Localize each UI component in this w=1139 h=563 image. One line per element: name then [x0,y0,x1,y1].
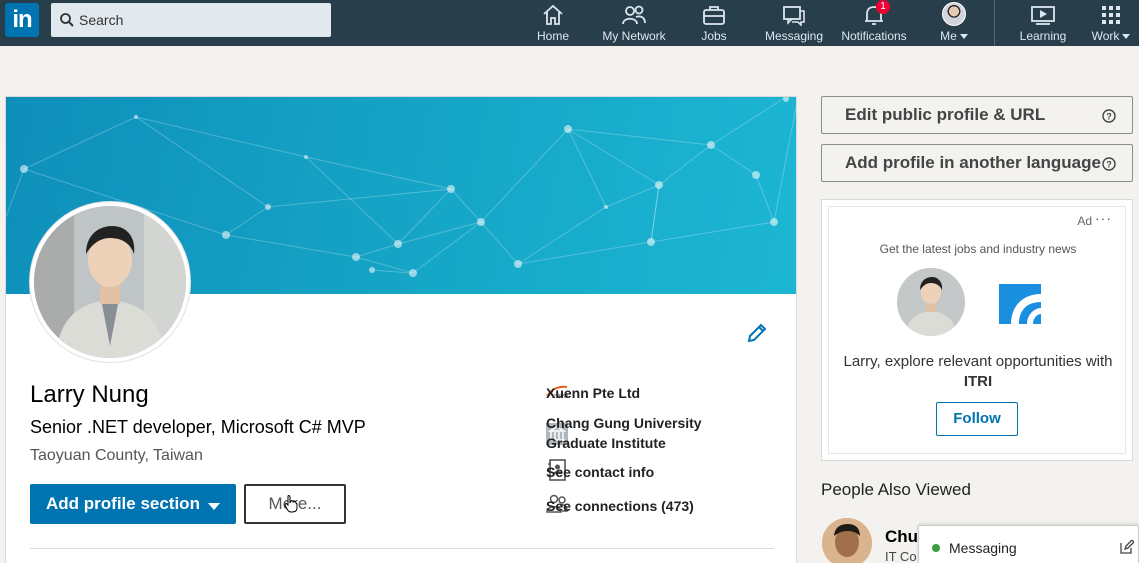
chevron-down-icon [208,503,220,510]
profile-photo[interactable] [30,202,190,362]
grid-icon [1102,6,1120,24]
pav-avatar-image [822,518,872,563]
hand-cursor-icon [284,495,298,513]
nav-work[interactable]: Work [1088,0,1134,46]
messaging-tab-label: Messaging [949,540,1017,556]
people-also-viewed-heading: People Also Viewed [821,480,971,499]
top-nav: in Search Home My Network Jobs Messaging… [0,0,1139,46]
profile-card: Larry Nung Senior .NET developer, Micros… [5,96,797,563]
edit-pencil-icon[interactable] [746,322,768,344]
nav-me-label: Me [940,29,957,43]
chat-icon [783,6,805,26]
ad-user-avatar [897,268,965,336]
school-link[interactable]: Chang Gung University Graduate Institute [546,413,702,453]
nav-notifications-label: Notifications [841,29,907,43]
nav-notifications[interactable]: 1 Notifications [836,0,912,46]
profile-photo-image [34,206,186,358]
messaging-tab[interactable]: Messaging [918,525,1139,563]
add-profile-section-label: Add profile section [46,494,200,513]
people-icon [622,5,646,25]
more-options-icon[interactable]: ··· [1095,210,1112,226]
chevron-down-icon [959,34,968,40]
nav-my-network[interactable]: My Network [598,0,670,46]
itri-logo-icon [999,284,1041,324]
add-profile-language-button[interactable]: Add profile in another language ? [821,144,1133,182]
school-name-line1: Chang Gung University [546,415,702,431]
pav-avatar[interactable] [822,518,872,563]
search-placeholder: Search [79,12,124,28]
profile-headline: Senior .NET developer, Microsoft C# MVP [30,417,366,437]
svg-text:?: ? [1106,160,1112,170]
ad-message-company: ITRI [963,373,993,390]
svg-text:?: ? [1106,112,1112,122]
nav-my-network-label: My Network [602,29,666,43]
chevron-down-icon [1122,34,1131,40]
home-icon [543,4,563,25]
nav-work-label: Work [1091,29,1120,43]
ad-message: Larry, explore relevant opportunities wi… [822,352,1134,392]
nav-me[interactable]: Me [932,0,976,46]
ad-tagline: Get the latest jobs and industry news [879,242,1077,256]
nav-home[interactable]: Home [528,0,578,46]
profile-location: Taoyuan County, Taiwan [30,447,203,464]
see-connections-link[interactable]: See connections (473) [546,496,694,516]
ad-message-line1: Larry, explore relevant opportunities wi… [843,353,1113,370]
me-avatar [942,2,966,26]
current-company-link[interactable]: Xuenn Pte Ltd [546,383,640,403]
search-input[interactable]: Search [51,3,331,37]
search-icon [60,13,74,27]
nav-messaging[interactable]: Messaging [762,0,826,46]
profile-name: Larry Nung [30,381,149,408]
nav-jobs[interactable]: Jobs [692,0,736,46]
edit-public-profile-label: Edit public profile & URL [845,105,1046,124]
online-status-dot [932,544,940,552]
follow-button[interactable]: Follow [936,402,1018,436]
ad-user-avatar-image [897,268,965,336]
nav-divider [994,0,995,46]
nav-learning-label: Learning [1019,29,1067,43]
see-contact-info-link[interactable]: See contact info [546,462,654,482]
learning-icon [1031,6,1055,25]
ad-label: Ad [1077,214,1092,228]
nav-jobs-label: Jobs [701,29,727,43]
add-profile-section-button[interactable]: Add profile section [30,484,236,524]
notification-badge: 1 [876,0,890,14]
compose-icon[interactable] [1120,540,1134,554]
nav-home-label: Home [536,29,569,43]
linkedin-logo[interactable]: in [5,3,39,37]
briefcase-icon [703,6,725,25]
nav-messaging-label: Messaging [764,29,824,43]
section-divider [30,548,774,549]
ad-card: Ad ··· Get the latest jobs and industry … [821,199,1133,461]
edit-public-profile-button[interactable]: Edit public profile & URL ? [821,96,1133,134]
help-icon[interactable]: ? [1102,109,1116,123]
help-icon[interactable]: ? [1102,157,1116,171]
add-profile-language-label: Add profile in another language [845,153,1101,172]
school-name-line2: Graduate Institute [546,435,666,451]
nav-learning[interactable]: Learning [1014,0,1072,46]
